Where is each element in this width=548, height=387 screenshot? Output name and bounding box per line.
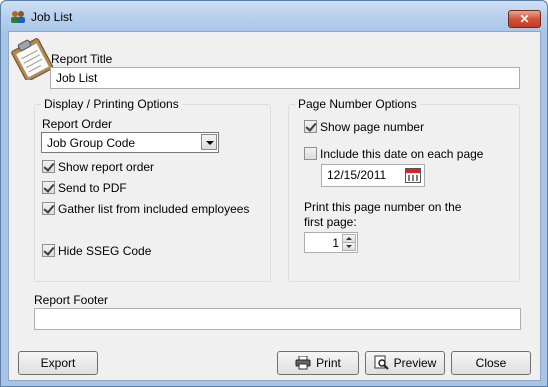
send-to-pdf-label: Send to PDF — [58, 181, 127, 195]
show-page-number-label: Show page number — [320, 120, 425, 134]
report-title-label: Report Title — [51, 52, 113, 66]
include-date-checkbox[interactable]: Include this date on each page — [304, 147, 483, 161]
close-button[interactable]: Close — [451, 351, 531, 375]
first-page-label-line2: first page: — [304, 215, 357, 229]
hide-sseg-checkbox[interactable]: Hide SSEG Code — [42, 244, 151, 258]
report-footer-input[interactable] — [34, 308, 521, 330]
display-printing-options-group: Display / Printing Options Report Order … — [34, 97, 271, 282]
checkbox-box[interactable] — [42, 244, 55, 257]
show-report-order-label: Show report order — [58, 160, 155, 174]
magnifier-icon — [374, 355, 389, 370]
page-number-options-group: Page Number Options Show page number Inc… — [288, 97, 520, 282]
window-close-button[interactable]: ✕ — [508, 10, 541, 28]
chevron-down-icon[interactable] — [201, 134, 217, 150]
gather-list-checkbox[interactable]: Gather list from included employees — [42, 202, 249, 216]
job-list-window: Job List ✕ Report Title Job List Display… — [0, 0, 548, 387]
checkbox-box[interactable] — [304, 147, 317, 160]
calendar-icon[interactable] — [405, 168, 421, 183]
send-to-pdf-checkbox[interactable]: Send to PDF — [42, 181, 127, 195]
preview-button-label: Preview — [393, 356, 437, 370]
show-report-order-checkbox[interactable]: Show report order — [42, 160, 154, 174]
checkbox-box[interactable] — [42, 181, 55, 194]
gather-list-label: Gather list from included employees — [58, 202, 250, 216]
date-picker[interactable]: 12/15/2011 — [321, 164, 425, 187]
hide-sseg-label: Hide SSEG Code — [58, 244, 152, 258]
page-number-options-title: Page Number Options — [295, 97, 420, 111]
first-page-number-value: 1 — [332, 236, 339, 250]
first-page-number-stepper[interactable]: 1 — [304, 232, 358, 253]
checkbox-box[interactable] — [304, 120, 317, 133]
report-footer-label: Report Footer — [34, 293, 109, 307]
first-page-label-line1: Print this page number on the — [304, 200, 462, 214]
preview-button[interactable]: Preview — [365, 351, 445, 375]
printer-icon — [295, 356, 311, 370]
users-icon — [11, 11, 25, 23]
title-bar[interactable]: Job List ✕ — [1, 1, 547, 31]
window-title: Job List — [31, 10, 73, 24]
display-printing-options-title: Display / Printing Options — [41, 97, 182, 111]
print-button[interactable]: Print — [277, 351, 359, 375]
spin-down-icon[interactable] — [342, 242, 356, 251]
export-button[interactable]: Export — [18, 351, 98, 375]
dialog-body: Report Title Job List Display / Printing… — [8, 31, 541, 381]
report-title-input[interactable]: Job List — [50, 67, 520, 89]
checkbox-box[interactable] — [42, 202, 55, 215]
report-order-value: Job Group Code — [47, 136, 136, 150]
show-page-number-checkbox[interactable]: Show page number — [304, 120, 424, 134]
report-order-select[interactable]: Job Group Code — [41, 132, 219, 153]
print-button-label: Print — [316, 356, 341, 370]
include-date-label: Include this date on each page — [320, 147, 484, 161]
date-value: 12/15/2011 — [327, 168, 387, 182]
checkbox-box[interactable] — [42, 160, 55, 173]
report-order-label: Report Order — [42, 117, 113, 131]
